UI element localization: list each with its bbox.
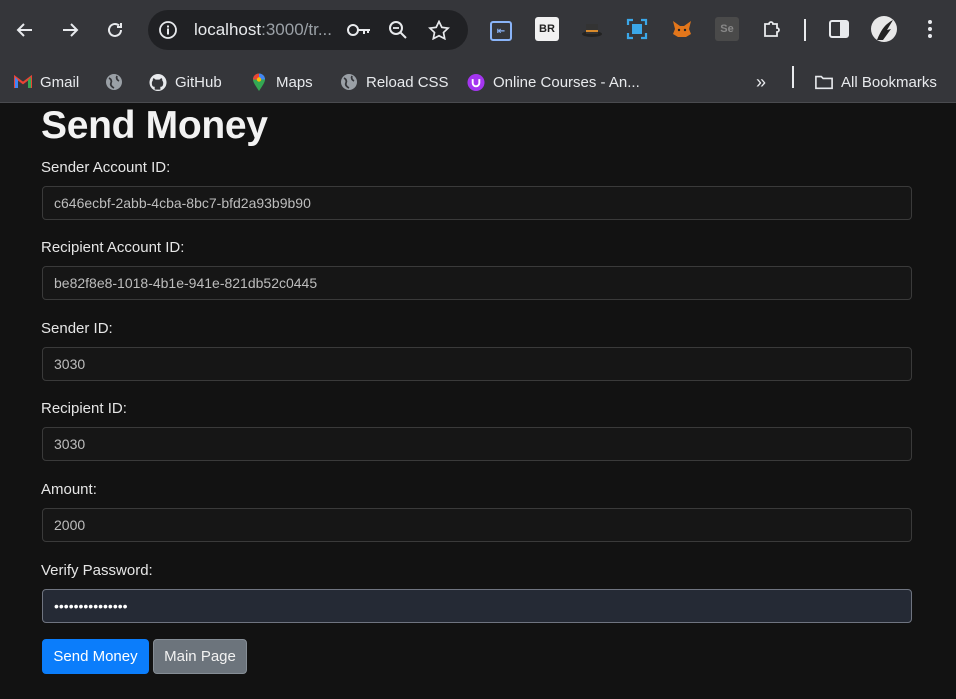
bookmark-online-courses[interactable]: Online Courses - An... [467,68,640,96]
folder-icon [815,73,833,91]
metamask-fox-icon[interactable] [670,17,694,41]
side-panel-icon[interactable] [827,17,851,41]
send-money-button[interactable]: Send Money [42,639,149,674]
amount-input[interactable] [42,508,912,542]
address-bar[interactable]: localhost:3000/tr... [148,10,468,50]
verify-password-label: Verify Password: [41,562,153,579]
amount-label: Amount: [41,481,97,498]
recipient-id-label: Recipient ID: [41,400,127,417]
toolbar-divider [804,19,806,41]
bookmarks-divider [792,66,794,88]
all-bookmarks-button[interactable]: All Bookmarks [815,68,937,96]
reload-button[interactable] [100,15,130,45]
zoom-icon[interactable] [388,20,408,40]
extension-se-icon[interactable]: Se [715,17,739,41]
sender-account-id-input[interactable] [42,186,912,220]
github-icon [149,73,167,91]
maps-pin-icon [250,73,268,91]
extension-screenshot-icon[interactable] [625,17,649,41]
bookmark-gmail[interactable]: Gmail [14,68,79,96]
recipient-id-input[interactable] [42,427,912,461]
bookmarks-overflow-button[interactable]: » [756,68,766,96]
browser-toolbar: localhost:3000/tr... ⇤ BR Se [0,0,956,62]
password-key-icon[interactable] [346,20,372,40]
bookmark-star-icon[interactable] [428,20,450,40]
extension-br-icon[interactable]: BR [535,17,559,41]
globe-icon [105,73,123,91]
sender-id-label: Sender ID: [41,320,113,337]
url-text: localhost:3000/tr... [194,20,332,39]
bookmark-github[interactable]: GitHub [149,68,222,96]
verify-password-input[interactable] [42,589,912,623]
extension-tab-icon[interactable]: ⇤ [490,21,512,41]
udemy-icon [467,73,485,91]
extensions-puzzle-icon[interactable] [760,17,784,41]
main-page-button[interactable]: Main Page [153,639,247,674]
back-arrow-icon [16,23,32,37]
recipient-account-id-input[interactable] [42,266,912,300]
site-info-icon[interactable] [158,20,178,40]
bookmark-maps[interactable]: Maps [250,68,313,96]
page-title: Send Money [41,104,268,147]
globe-icon [340,73,358,91]
back-button[interactable] [10,15,40,45]
extension-hat-icon[interactable] [580,17,604,41]
bookmark-globe[interactable] [105,68,131,96]
forward-button[interactable] [55,15,85,45]
bookmarks-bar: Gmail GitHub Maps Reload CSS Online Cour… [0,62,956,103]
sender-id-input[interactable] [42,347,912,381]
forward-arrow-icon [63,23,79,37]
menu-kebab-icon[interactable] [918,17,942,41]
sender-account-id-label: Sender Account ID: [41,159,171,176]
reload-icon [108,22,122,37]
gmail-icon [14,73,32,91]
bookmark-reload-css[interactable]: Reload CSS [340,68,449,96]
profile-avatar[interactable] [871,16,897,42]
recipient-account-id-label: Recipient Account ID: [41,239,185,256]
